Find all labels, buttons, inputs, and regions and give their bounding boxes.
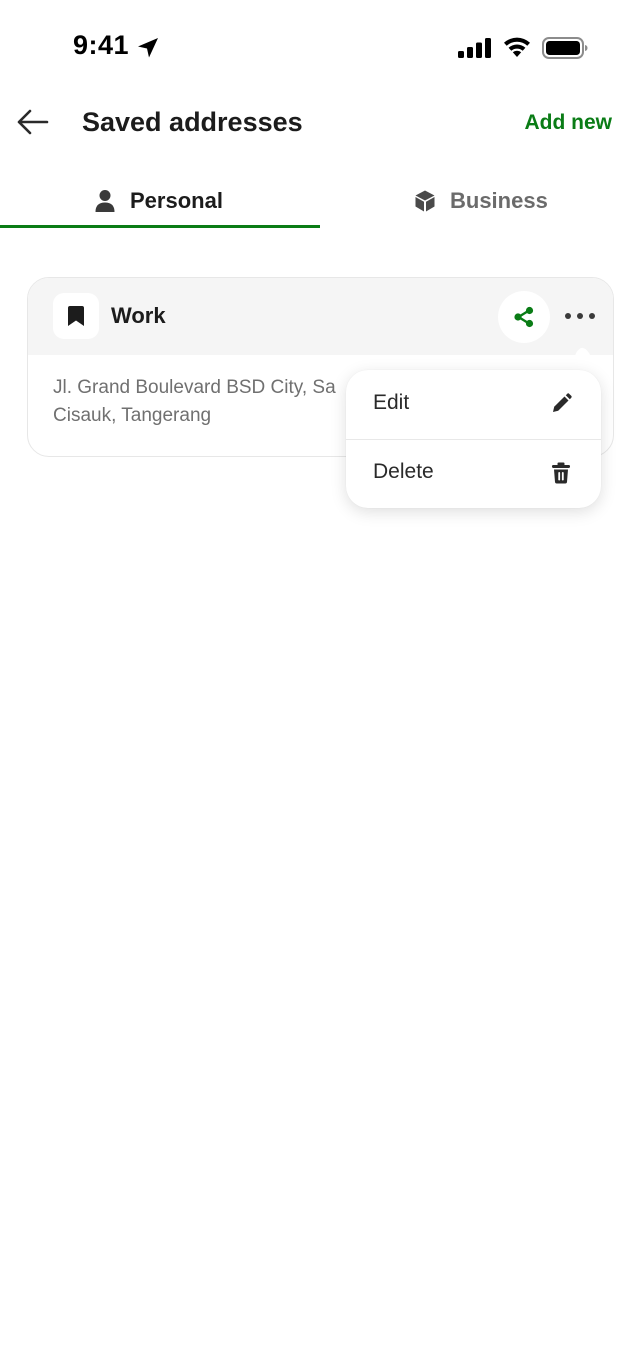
person-icon <box>95 190 115 212</box>
status-time: 9:41 <box>73 30 130 60</box>
address-label: Work <box>111 303 166 328</box>
header: Saved addresses Add new <box>0 96 640 152</box>
add-new-button[interactable]: Add new <box>525 111 613 135</box>
options-menu: Edit Delete <box>346 370 601 508</box>
status-bar: 9:41 <box>0 0 640 96</box>
cellular-signal-icon <box>458 38 491 58</box>
tab-personal-label: Personal <box>130 188 223 213</box>
more-options-button[interactable] <box>560 302 600 332</box>
trash-icon <box>552 462 570 484</box>
share-icon <box>514 306 534 328</box>
tab-personal[interactable]: Personal <box>0 176 320 228</box>
share-button[interactable] <box>498 291 550 343</box>
wifi-icon <box>504 37 530 57</box>
back-button[interactable] <box>14 106 52 138</box>
tab-bar: Personal Business <box>0 176 640 228</box>
menu-item-edit-label: Edit <box>373 391 410 414</box>
address-card-header: Work <box>28 278 613 355</box>
bookmark-badge <box>53 293 99 339</box>
active-tab-indicator <box>0 225 320 228</box>
tab-business[interactable]: Business <box>320 176 640 228</box>
location-arrow-icon <box>138 38 158 58</box>
address-text: Jl. Grand Boulevard BSD City, Sa Cisauk,… <box>53 374 353 430</box>
business-cube-icon <box>415 190 435 212</box>
bookmark-icon <box>68 306 84 326</box>
address-line-2: Cisauk, Tangerang <box>53 405 212 426</box>
menu-item-edit[interactable]: Edit <box>346 370 601 440</box>
pencil-icon <box>553 393 572 412</box>
arrow-left-icon <box>17 109 49 135</box>
page-title: Saved addresses <box>82 107 303 137</box>
tab-business-label: Business <box>450 188 548 213</box>
menu-item-delete[interactable]: Delete <box>346 439 601 508</box>
address-line-1: Jl. Grand Boulevard BSD City, Sa <box>53 377 336 398</box>
menu-item-delete-label: Delete <box>373 460 434 483</box>
more-horizontal-icon <box>565 313 595 319</box>
battery-icon <box>542 37 588 59</box>
